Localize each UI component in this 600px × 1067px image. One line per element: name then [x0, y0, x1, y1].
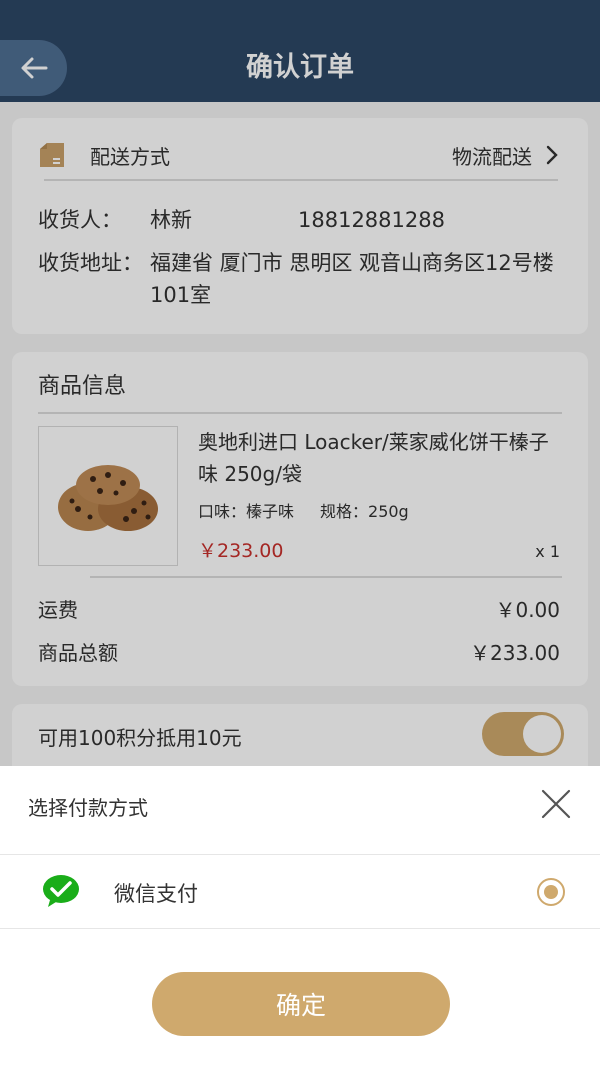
- close-button[interactable]: [540, 788, 572, 820]
- divider: [0, 928, 600, 929]
- payment-sheet-title: 选择付款方式: [28, 796, 148, 820]
- payment-sheet: 选择付款方式 微信支付 确定: [0, 766, 600, 1067]
- close-icon: [541, 789, 571, 819]
- radio-dot: [544, 885, 558, 899]
- confirm-button[interactable]: 确定: [152, 972, 450, 1036]
- payment-option-wechat[interactable]: 微信支付: [0, 856, 600, 928]
- payment-radio-selected[interactable]: [537, 878, 565, 906]
- payment-method-label: 微信支付: [114, 882, 198, 906]
- wechat-icon: [42, 874, 80, 908]
- divider: [0, 854, 600, 855]
